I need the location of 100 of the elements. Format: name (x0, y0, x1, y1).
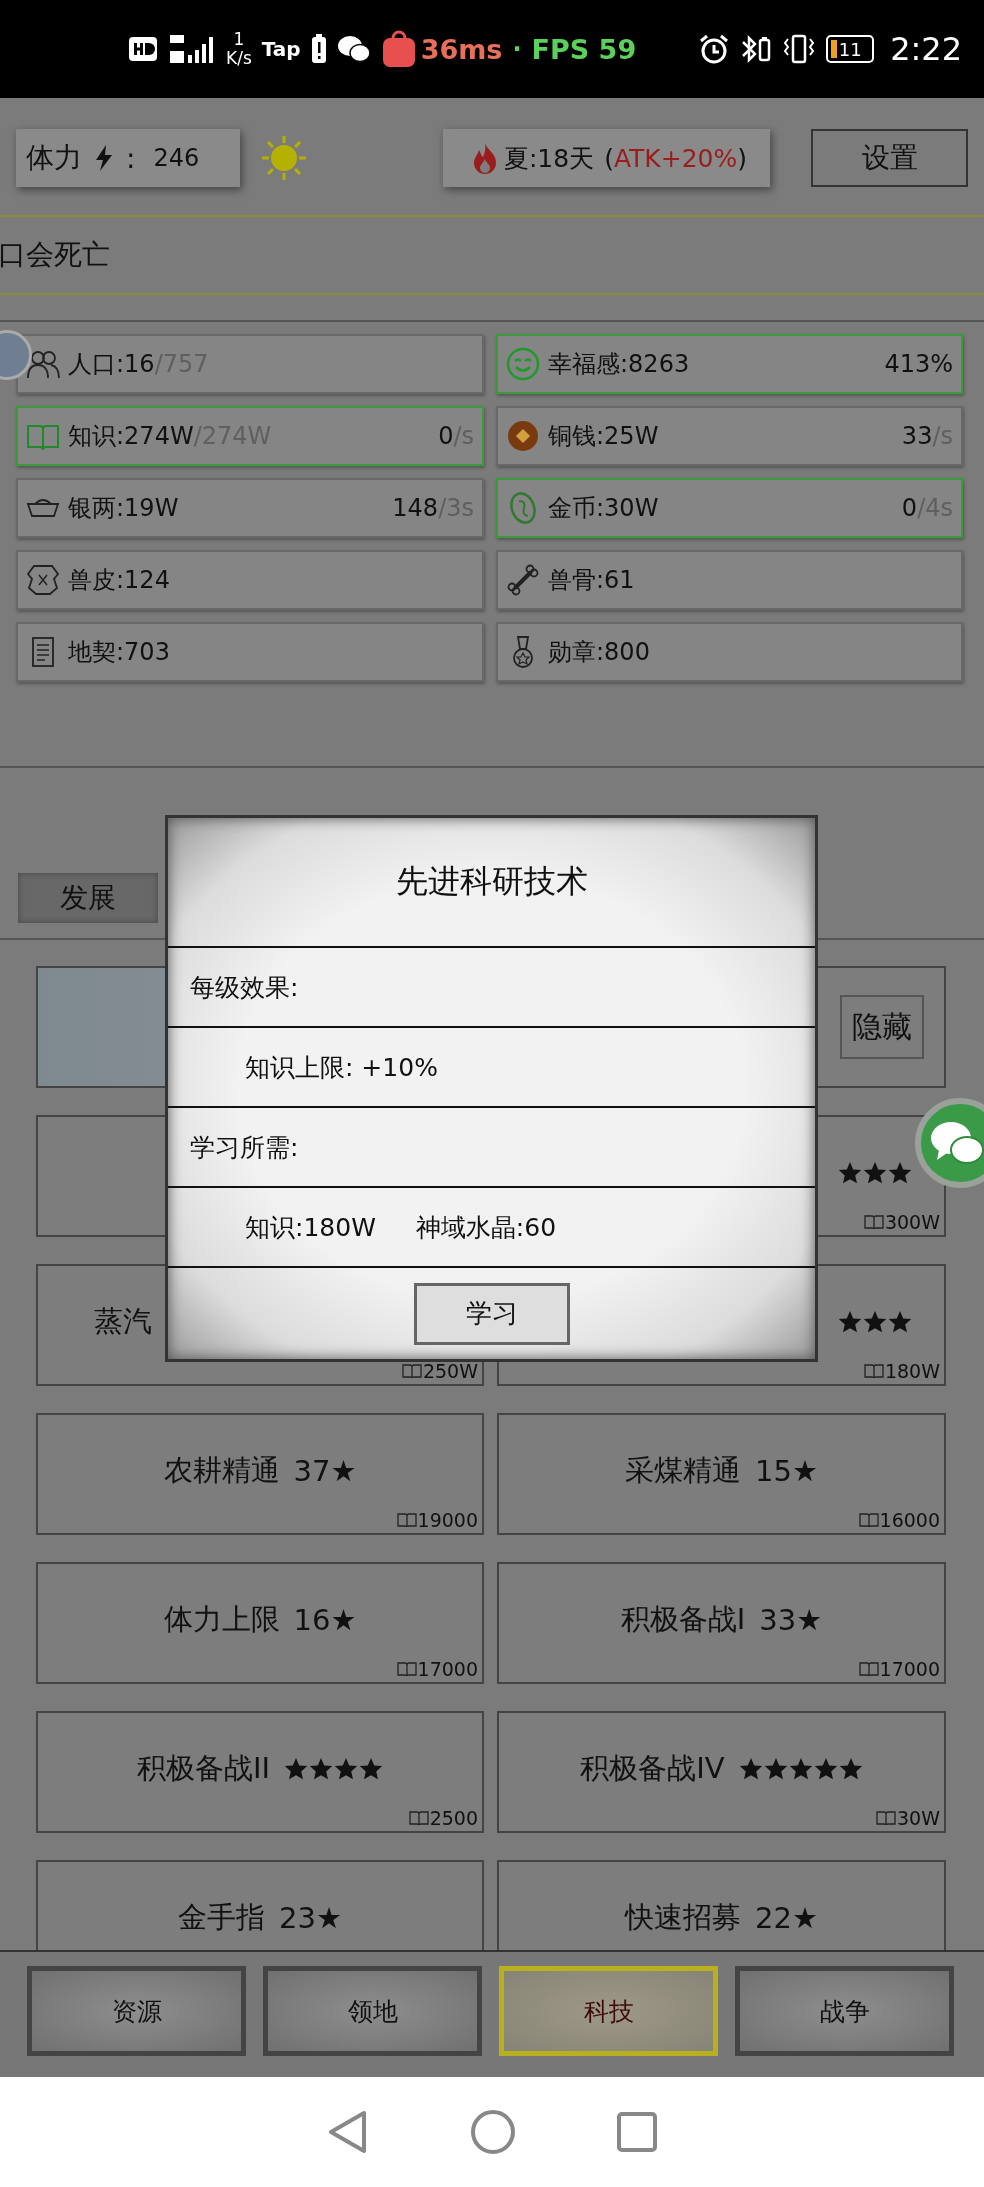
resource-rate: 148 (392, 494, 439, 522)
tech-name: 快速招募 (625, 1899, 742, 1936)
resource-rate: 413% (884, 350, 953, 378)
nav-tab[interactable]: 资源 (27, 1966, 246, 2056)
vibrate-icon (782, 33, 817, 65)
book-icon (863, 1214, 884, 1230)
tech-card[interactable]: 体力上限 16★ 17000 (36, 1562, 484, 1684)
ticker-text: 口会死亡 (0, 237, 110, 273)
floating-chat-button[interactable] (915, 1098, 984, 1188)
star-icon (888, 1161, 912, 1185)
tech-level: 15★ (755, 1454, 818, 1488)
tech-card[interactable]: 金手指 23★ (36, 1860, 484, 1950)
alarm-icon (698, 33, 731, 65)
chat-icon (336, 35, 371, 63)
bone-icon (506, 563, 540, 597)
resource-value: 幸福感:8263 (548, 350, 690, 378)
tech-name: 体力上限 (163, 1601, 280, 1638)
detail-text: 知识上限: +10% (245, 1051, 438, 1084)
book-icon (408, 1810, 429, 1826)
stamina-value: 246 (153, 144, 200, 172)
section-heading: 每级效果: (190, 971, 299, 1004)
home-icon[interactable] (470, 2109, 516, 2155)
star-icon (359, 1757, 384, 1781)
category-tab[interactable]: 发展 (18, 873, 158, 923)
tech-level: 23★ (279, 1901, 342, 1935)
resource-value: 兽皮:124 (68, 566, 170, 594)
tech-cost: 17000 (879, 1658, 940, 1680)
tech-name: 农耕精通 (163, 1452, 280, 1489)
battery-icon: 11 (826, 35, 875, 63)
learn-button[interactable]: 学习 (413, 1282, 570, 1345)
tech-level: 37★ (293, 1454, 357, 1488)
nav-tab[interactable]: 战争 (735, 1966, 954, 2056)
bluetooth-icon (740, 33, 773, 65)
tech-name: 积极备战II (136, 1750, 271, 1787)
resource-value: 勋章:800 (548, 638, 650, 666)
star-icon (838, 1757, 863, 1781)
tech-cost: 30W (897, 1807, 940, 1829)
star-icon (284, 1757, 309, 1781)
tech-name: 金手指 (178, 1899, 266, 1936)
smile-icon (506, 347, 540, 381)
section-heading: 学习所需: (190, 1131, 299, 1164)
tech-cost: 180W (884, 1360, 940, 1382)
resource-rate: 0 (438, 422, 454, 450)
sun-icon (260, 134, 308, 182)
speed-unit: K/s (226, 49, 252, 68)
book-icon (863, 1363, 884, 1379)
detail-text: 知识:180W (245, 1211, 376, 1244)
tech-cost: 2500 (429, 1807, 478, 1829)
recents-icon[interactable] (616, 2111, 658, 2153)
tech-cost: 300W (884, 1211, 940, 1233)
star-icon (788, 1757, 813, 1781)
hd-icon (128, 36, 158, 62)
tech-name: 采煤精通 (625, 1452, 742, 1489)
tech-level: 22★ (755, 1901, 818, 1935)
tech-card[interactable]: 采煤精通 15★ 16000 (497, 1413, 946, 1535)
resource-value: 兽骨:61 (548, 566, 635, 594)
stamina-label: 体力 (26, 140, 82, 176)
star-icon (763, 1757, 788, 1781)
latency-text: 36ms (420, 33, 503, 65)
fps-text: FPS 59 (531, 33, 637, 65)
tech-level: 16★ (293, 1603, 357, 1637)
tech-name: 积极备战IV (580, 1750, 725, 1787)
nav-tab[interactable]: 领地 (263, 1966, 482, 2056)
dialog-title: 先进科研技术 (395, 861, 588, 902)
book-icon (858, 1661, 879, 1677)
star-icon (888, 1310, 912, 1334)
separator-dot: · (512, 35, 522, 63)
resource-value: 铜钱:25W (548, 422, 659, 450)
tech-card[interactable]: 积极备战I 33★ 17000 (497, 1562, 946, 1684)
resource-value: 金币:30W (548, 494, 659, 522)
tech-card[interactable]: 农耕精通 37★ 19000 (36, 1413, 484, 1535)
battery-alert-icon (310, 34, 327, 64)
resource-value: 银两:19W (68, 494, 179, 522)
hide-toggle-button[interactable]: 隐藏 (840, 995, 924, 1059)
tech-name: 积极备战I (620, 1601, 746, 1638)
settings-button[interactable]: 设置 (811, 129, 968, 187)
lightning-icon (94, 144, 114, 172)
tech-cost: 16000 (879, 1509, 940, 1531)
coin-icon (506, 419, 540, 453)
star-icon (838, 1161, 862, 1185)
paren-close: ) (737, 143, 748, 173)
app-icon (380, 30, 417, 68)
star-icon (738, 1757, 763, 1781)
stamina-colon: : (126, 141, 136, 175)
star-icon (334, 1757, 359, 1781)
book-icon (876, 1810, 897, 1826)
tech-card[interactable]: 积极备战II 2500 (36, 1711, 484, 1833)
tech-card[interactable]: 积极备战IV 30W (497, 1711, 946, 1833)
resource-rate: 0 (901, 494, 918, 522)
tech-cost: 250W (422, 1360, 478, 1382)
tech-name: 蒸汽 (94, 1303, 152, 1340)
book-icon (396, 1512, 417, 1528)
star-icon (309, 1757, 334, 1781)
resource-value: 地契:703 (68, 638, 170, 666)
app-label: Tap (261, 37, 301, 61)
resource-rate: 33 (901, 422, 933, 450)
book-icon (858, 1512, 879, 1528)
nav-tab[interactable]: 科技 (499, 1966, 718, 2056)
book-icon (401, 1363, 422, 1379)
tech-card[interactable]: 快速招募 22★ (497, 1860, 946, 1950)
